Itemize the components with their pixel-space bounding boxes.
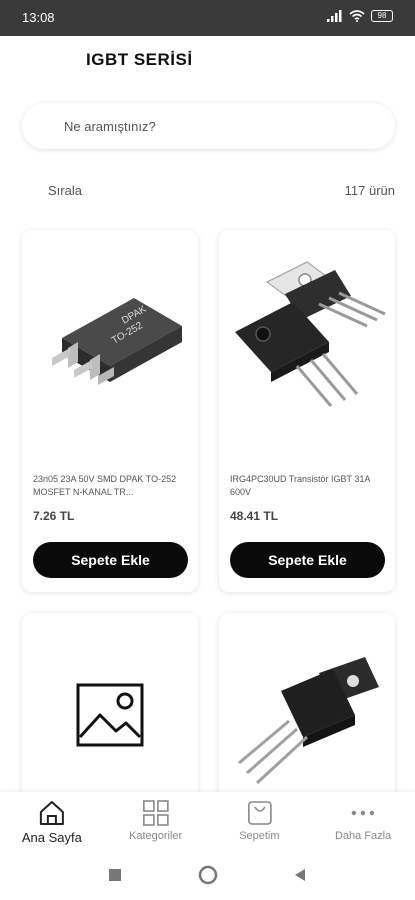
bottom-nav: Ana Sayfa Kategoriler Sepetim Daha Fazla xyxy=(0,792,415,850)
status-icons: 98 xyxy=(327,10,393,22)
cart-icon xyxy=(247,801,272,825)
sort-button[interactable]: Sırala xyxy=(48,183,82,198)
page-title: IGBT SERİSİ xyxy=(86,50,193,69)
add-to-cart-button[interactable]: Sepete Ekle xyxy=(230,542,385,578)
placeholder-image-icon xyxy=(76,683,144,747)
add-to-cart-button[interactable]: Sepete Ekle xyxy=(33,542,188,578)
home-button-icon[interactable] xyxy=(198,865,218,885)
nav-categories-label: Kategoriler xyxy=(129,830,183,842)
product-price: 7.26 TL xyxy=(33,509,75,523)
system-nav-bar xyxy=(0,850,415,900)
more-icon xyxy=(351,810,375,816)
status-bar: 13:08 98 xyxy=(0,0,415,36)
grid-icon xyxy=(142,800,169,826)
nav-more[interactable]: Daha Fazla xyxy=(311,792,415,850)
recents-button-icon[interactable] xyxy=(107,867,123,883)
search-placeholder: Ne aramıştınız? xyxy=(64,119,156,134)
search-input[interactable]: Ne aramıştınız? xyxy=(22,103,395,149)
product-name[interactable]: 23n05 23A 50V SMD DPAK TO-252 MOSFET N-K… xyxy=(33,473,189,499)
signal-icon xyxy=(327,10,342,22)
nav-home[interactable]: Ana Sayfa xyxy=(0,792,104,850)
product-count: 117 ürün xyxy=(344,183,395,198)
product-card[interactable] xyxy=(22,613,198,813)
product-card[interactable]: DPAK TO-252 23n05 23A 50V SMD DPAK TO-25… xyxy=(22,230,198,592)
nav-cart-label: Sepetim xyxy=(239,830,280,842)
product-name[interactable]: IRG4PC30UD Transistör IGBT 31A 600V xyxy=(230,473,386,499)
product-price: 48.41 TL xyxy=(230,509,279,523)
home-icon xyxy=(39,801,64,825)
dpak-to252-chip-image: DPAK TO-252 xyxy=(52,298,182,385)
nav-cart[interactable]: Sepetim xyxy=(208,792,312,850)
nav-categories[interactable]: Kategoriler xyxy=(104,792,208,850)
back-button-icon[interactable] xyxy=(292,867,308,883)
wifi-icon xyxy=(349,10,365,22)
product-card[interactable] xyxy=(219,613,395,813)
nav-more-label: Daha Fazla xyxy=(334,830,392,842)
product-card[interactable]: IRG4PC30UD Transistör IGBT 31A 600V 48.4… xyxy=(219,230,395,592)
to220-transistor-image xyxy=(238,657,379,785)
to247-transistor-image xyxy=(235,261,386,407)
nav-home-label: Ana Sayfa xyxy=(21,830,82,845)
battery-icon: 98 xyxy=(371,10,393,22)
status-time: 13:08 xyxy=(22,10,55,25)
